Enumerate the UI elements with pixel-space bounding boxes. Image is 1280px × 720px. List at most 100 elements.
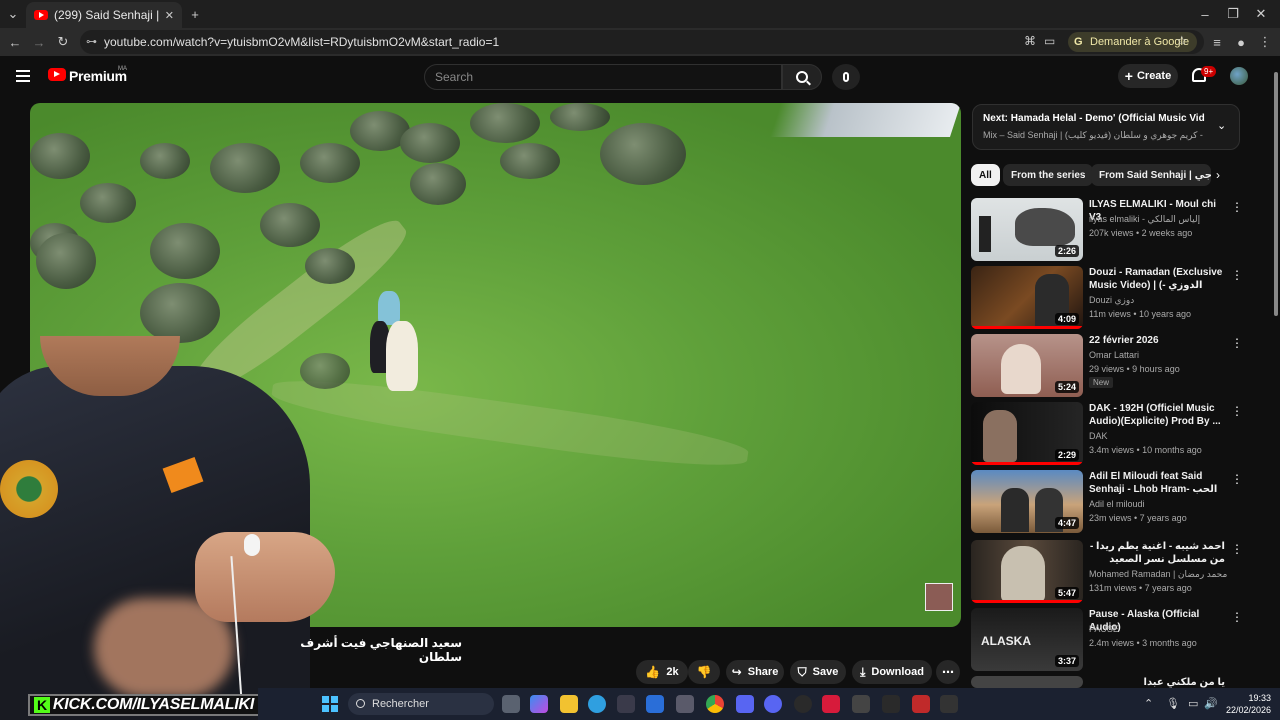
browser-menu-icon[interactable]: ⋮ bbox=[1254, 31, 1276, 53]
recommendation-item[interactable]: ALASKA 3:37 Pause - Alaska (Official Aud… bbox=[971, 608, 1243, 672]
profile-icon[interactable]: ● bbox=[1230, 31, 1252, 53]
video-thumbnail[interactable]: 2:26 bbox=[971, 198, 1083, 261]
recommendation-item[interactable]: 5:24 22 février 2026 Omar Lattari 29 vie… bbox=[971, 334, 1243, 398]
hamburger-menu-icon[interactable] bbox=[16, 70, 30, 82]
more-options-icon[interactable]: ⋮ bbox=[1231, 268, 1243, 282]
scrollbar-thumb[interactable] bbox=[1274, 72, 1278, 316]
voice-search-button[interactable] bbox=[832, 64, 860, 90]
edge-icon[interactable] bbox=[588, 695, 606, 713]
chevron-down-icon[interactable]: ⌄ bbox=[1217, 119, 1226, 132]
channel-name[interactable]: ilyas elmaliki - إلياس المالكي bbox=[1089, 214, 1200, 225]
windows-start-icon[interactable] bbox=[322, 696, 338, 712]
more-options-icon[interactable]: ⋮ bbox=[1231, 542, 1243, 556]
tab-list-chevron-icon[interactable]: ⌄ bbox=[2, 3, 24, 25]
back-icon[interactable]: ← bbox=[4, 31, 26, 53]
close-tab-icon[interactable]: ✕ bbox=[165, 9, 174, 22]
system-clock[interactable]: 19:33 22/02/2026 bbox=[1226, 692, 1271, 716]
chip-all[interactable]: All bbox=[971, 164, 1000, 186]
obs-icon[interactable] bbox=[794, 695, 812, 713]
create-button[interactable]: + Create bbox=[1118, 64, 1178, 88]
outlook-icon[interactable] bbox=[646, 695, 664, 713]
recommendation-item[interactable]: 4:47 Adil El Miloudi feat Said Senhaji -… bbox=[971, 470, 1243, 534]
channel-name[interactable]: Adil el miloudi bbox=[1089, 499, 1145, 509]
reading-list-icon[interactable]: ≡ bbox=[1206, 31, 1228, 53]
store-icon[interactable] bbox=[617, 695, 635, 713]
channel-name[interactable]: DAK bbox=[1089, 431, 1108, 441]
youtube-logo-icon[interactable] bbox=[48, 68, 66, 81]
url-field[interactable]: ⊶ youtube.com/watch?v=ytuisbmO2vM&list=R… bbox=[80, 30, 1204, 54]
bookmark-star-icon[interactable]: ☆ bbox=[1176, 33, 1188, 49]
forward-icon[interactable]: → bbox=[28, 31, 50, 53]
network-icon[interactable]: ▭ bbox=[1188, 697, 1198, 710]
channel-name[interactable]: PAUSE bbox=[1089, 624, 1119, 634]
up-next-panel[interactable]: Next: Hamada Helal - Demo' (Official Mus… bbox=[972, 104, 1240, 150]
app-icon[interactable] bbox=[940, 695, 958, 713]
microphone-tray-icon[interactable]: 🎙 bbox=[1166, 697, 1180, 710]
copilot-icon[interactable] bbox=[530, 695, 548, 713]
task-view-icon[interactable] bbox=[502, 695, 520, 713]
dislike-button[interactable]: 👎 bbox=[688, 660, 720, 684]
reload-icon[interactable]: ↻ bbox=[52, 31, 74, 53]
save-button[interactable]: ⛉ Save bbox=[790, 660, 846, 684]
cast-icon[interactable]: ▭ bbox=[1044, 34, 1055, 48]
site-info-icon[interactable]: ⊶ bbox=[86, 35, 97, 48]
clock-time: 19:33 bbox=[1248, 693, 1272, 703]
recommendation-title[interactable]: DAK - 192H (Officiel Music Audio)(Explic… bbox=[1089, 402, 1225, 428]
more-options-icon[interactable]: ⋮ bbox=[1231, 200, 1243, 214]
minimize-icon[interactable]: – bbox=[1194, 3, 1216, 25]
new-tab-icon[interactable]: + bbox=[184, 3, 206, 25]
recommendation-item[interactable]: 2:26 ILYAS ELMALIKI - Moul chi V3 ilyas … bbox=[971, 198, 1243, 262]
recommendation-item[interactable]: 5:47 احمد شيبه - اغنية يطم ريدا - من مسل… bbox=[971, 540, 1243, 604]
search-box[interactable] bbox=[424, 64, 782, 90]
channel-watermark[interactable] bbox=[925, 583, 953, 611]
recommendation-item[interactable]: 2:29 DAK - 192H (Officiel Music Audio)(E… bbox=[971, 402, 1243, 466]
more-options-icon[interactable]: ⋮ bbox=[1231, 336, 1243, 350]
recommendation-item[interactable]: 4:09 Douzi - Ramadan (Exclusive Music Vi… bbox=[971, 266, 1243, 330]
channel-name[interactable]: Omar Lattari bbox=[1089, 350, 1139, 360]
video-thumbnail[interactable]: 4:09 bbox=[971, 266, 1083, 329]
more-options-icon[interactable]: ⋮ bbox=[1231, 404, 1243, 418]
download-button[interactable]: ⤓ Download bbox=[852, 660, 932, 684]
chip-from-channel[interactable]: From Said Senhaji | صنهاجي bbox=[1091, 164, 1211, 186]
more-actions-button[interactable]: ⋯ bbox=[936, 660, 960, 684]
volume-icon[interactable]: 🔊 bbox=[1204, 697, 1218, 710]
channel-name[interactable]: Douzi دوزي bbox=[1089, 295, 1134, 306]
recommendation-title[interactable]: 22 février 2026 bbox=[1089, 334, 1225, 347]
close-window-icon[interactable]: ✕ bbox=[1250, 3, 1272, 25]
video-thumbnail[interactable]: 5:47 bbox=[971, 540, 1083, 603]
channel-name[interactable]: Mohamed Ramadan | محمد رمضان bbox=[1089, 569, 1227, 580]
tray-chevron-icon[interactable]: ⌃ bbox=[1144, 697, 1153, 710]
app-icon[interactable] bbox=[852, 695, 870, 713]
video-thumbnail[interactable]: 5:24 bbox=[971, 334, 1083, 397]
more-options-icon[interactable]: ⋮ bbox=[1231, 472, 1243, 486]
app-icon[interactable] bbox=[676, 695, 694, 713]
app-icon[interactable] bbox=[882, 695, 900, 713]
chrome-icon[interactable] bbox=[706, 695, 724, 713]
video-thumbnail[interactable]: 2:29 bbox=[971, 402, 1083, 465]
app-icon[interactable] bbox=[912, 695, 930, 713]
page-scrollbar[interactable] bbox=[1272, 60, 1280, 316]
account-avatar[interactable] bbox=[1230, 67, 1248, 85]
file-explorer-icon[interactable] bbox=[560, 695, 578, 713]
search-input[interactable] bbox=[425, 65, 781, 89]
share-button[interactable]: ↪ Share bbox=[726, 660, 784, 684]
translate-icon[interactable]: ⌘ bbox=[1024, 34, 1036, 48]
restore-icon[interactable]: ❐ bbox=[1222, 3, 1244, 25]
app-a-icon[interactable] bbox=[822, 695, 840, 713]
chevron-right-icon[interactable]: › bbox=[1216, 168, 1220, 182]
recommendation-title[interactable]: احمد شيبه - اغنية يطم ريدا - من مسلسل نس… bbox=[1089, 540, 1225, 566]
like-button[interactable]: 👍 2k bbox=[636, 660, 688, 684]
recommendation-title[interactable]: Adil El Miloudi feat Said Senhaji - Lhob… bbox=[1089, 470, 1225, 496]
video-thumbnail[interactable]: ALASKA 3:37 bbox=[971, 608, 1083, 671]
video-thumbnail[interactable] bbox=[971, 676, 1083, 688]
discord-icon[interactable] bbox=[764, 695, 782, 713]
browser-tab[interactable]: (299) Said Senhaji | (فيديو كليب) ✕ bbox=[26, 2, 182, 28]
game-controller-icon[interactable] bbox=[736, 695, 754, 713]
recommendation-title[interactable]: Douzi - Ramadan (Exclusive Music Video) … bbox=[1089, 266, 1225, 292]
search-button[interactable] bbox=[782, 64, 822, 90]
more-options-icon[interactable]: ⋮ bbox=[1231, 610, 1243, 624]
recommendation-item[interactable]: يا من ملكني عبدا bbox=[971, 676, 1243, 688]
chip-from-series[interactable]: From the series bbox=[1003, 164, 1094, 186]
video-thumbnail[interactable]: 4:47 bbox=[971, 470, 1083, 533]
taskbar-search[interactable]: Rechercher bbox=[348, 693, 494, 715]
